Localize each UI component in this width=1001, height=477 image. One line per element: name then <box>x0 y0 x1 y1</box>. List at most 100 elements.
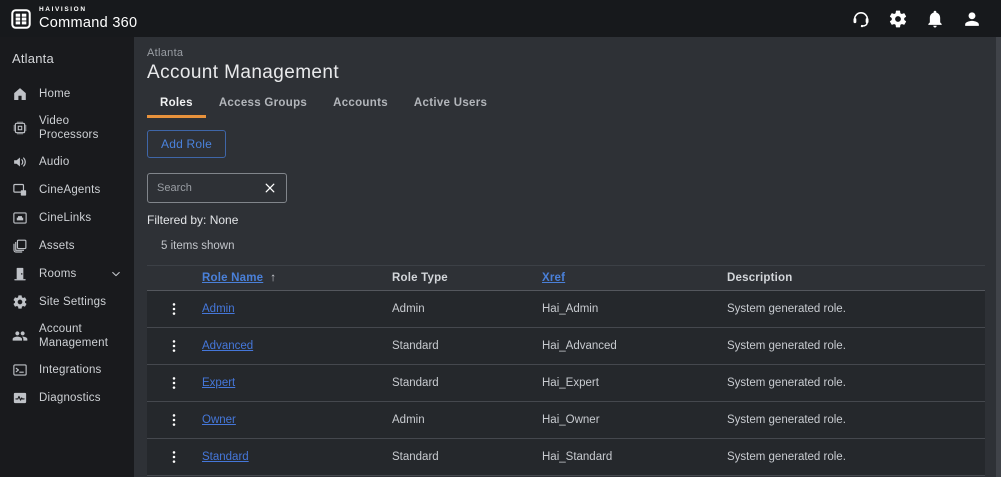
sidebar-site-label: Atlanta <box>12 51 54 66</box>
filtered-by-label: Filtered by: None <box>147 213 239 227</box>
sidebar-item-cineagents[interactable]: CineAgents <box>0 176 134 204</box>
sidebar: Atlanta Home Video Processors Audio CineAge… <box>0 37 134 477</box>
row-actions-cell <box>147 410 202 430</box>
roles-table: Role Name ↑ Role Type Xref Description Admin… <box>147 265 985 476</box>
user-menu-button[interactable] <box>961 8 983 30</box>
tab-roles[interactable]: Roles <box>147 93 206 118</box>
role-name-link[interactable]: Advanced <box>202 340 392 352</box>
role-name-link[interactable]: Expert <box>202 377 392 389</box>
column-header-label: Role Name <box>202 272 264 284</box>
kebab-icon <box>166 300 184 318</box>
sidebar-item-assets[interactable]: Assets <box>0 232 134 260</box>
kebab-icon <box>166 337 184 355</box>
row-actions-button[interactable] <box>166 447 184 467</box>
column-header-xref[interactable]: Xref <box>542 272 727 284</box>
user-icon <box>962 9 982 29</box>
table-row: Admin Admin Hai_Admin System generated role… <box>147 291 985 328</box>
topbar: HAIVISION Command 360 <box>0 0 1001 37</box>
add-role-button[interactable]: Add Role <box>147 130 226 158</box>
site-settings-icon <box>12 294 28 310</box>
sidebar-item-label: Assets <box>39 240 75 252</box>
tab-active-users[interactable]: Active Users <box>401 93 500 118</box>
sidebar-item-video-processors[interactable]: Video Processors <box>0 108 134 148</box>
tab-bar: Roles Access Groups Accounts Active Users <box>147 93 985 118</box>
description-cell: System generated role. <box>727 303 846 315</box>
table-row: Advanced Standard Hai_Advanced System gener… <box>147 328 985 365</box>
row-actions-button[interactable] <box>166 373 184 393</box>
sidebar-item-site-settings[interactable]: Site Settings <box>0 288 134 316</box>
kebab-icon <box>166 448 184 466</box>
description-cell: System generated role. <box>727 340 846 352</box>
description-cell: System generated role. <box>727 414 846 426</box>
main-content: Atlanta Account Management Roles Access G… <box>134 37 1001 477</box>
sidebar-item-label: Account Management <box>39 323 109 349</box>
items-shown-label: 5 items shown <box>161 240 235 252</box>
topbar-actions <box>850 8 983 30</box>
row-actions-button[interactable] <box>166 410 184 430</box>
column-header-description: Description <box>727 272 985 284</box>
row-actions-cell <box>147 336 202 356</box>
table-row: Owner Admin Hai_Owner System generated role… <box>147 402 985 439</box>
tab-accounts[interactable]: Accounts <box>320 93 401 118</box>
brand: HAIVISION Command 360 <box>10 6 138 31</box>
column-header-role-name[interactable]: Role Name ↑ <box>202 272 392 284</box>
row-actions-button[interactable] <box>166 336 184 356</box>
description-cell: System generated role. <box>727 451 846 463</box>
sidebar-item-rooms[interactable]: Rooms <box>0 260 134 288</box>
notifications-button[interactable] <box>924 8 946 30</box>
role-name-link[interactable]: Admin <box>202 303 392 315</box>
brand-name-large: Command 360 <box>39 14 138 31</box>
table-header-row: Role Name ↑ Role Type Xref Description <box>147 265 985 291</box>
sidebar-item-label: Diagnostics <box>39 392 101 404</box>
row-actions-button[interactable] <box>166 299 184 319</box>
role-type-cell: Standard <box>392 377 439 389</box>
xref-cell: Hai_Owner <box>542 414 600 426</box>
video-processors-icon <box>12 120 28 136</box>
close-icon <box>263 181 279 195</box>
sort-asc-icon: ↑ <box>270 272 277 284</box>
vertical-scrollbar[interactable] <box>996 37 1001 477</box>
brand-text: HAIVISION Command 360 <box>39 6 138 31</box>
integrations-icon <box>12 362 28 378</box>
diagnostics-icon <box>12 390 28 406</box>
settings-button[interactable] <box>887 8 909 30</box>
table-row: Standard Standard Hai_Standard System gener… <box>147 439 985 476</box>
support-button[interactable] <box>850 8 872 30</box>
role-type-cell: Admin <box>392 414 425 426</box>
cineagents-icon <box>12 182 28 198</box>
sidebar-item-home[interactable]: Home <box>0 80 134 108</box>
sidebar-item-label: Site Settings <box>39 296 107 308</box>
haivision-logo-icon <box>10 8 32 30</box>
row-actions-cell <box>147 447 202 467</box>
role-type-cell: Standard <box>392 340 439 352</box>
rooms-icon <box>12 266 28 282</box>
table-row: Expert Standard Hai_Expert System generated… <box>147 365 985 402</box>
role-type-cell: Admin <box>392 303 425 315</box>
page-title: Account Management <box>147 62 340 83</box>
sidebar-item-label: Audio <box>39 156 70 168</box>
role-name-link[interactable]: Owner <box>202 414 392 426</box>
xref-cell: Hai_Admin <box>542 303 599 315</box>
sidebar-item-label: Integrations <box>39 364 102 376</box>
sidebar-item-audio[interactable]: Audio <box>0 148 134 176</box>
tab-access-groups[interactable]: Access Groups <box>206 93 320 118</box>
row-actions-cell <box>147 299 202 319</box>
sidebar-item-diagnostics[interactable]: Diagnostics <box>0 384 134 412</box>
search-input[interactable] <box>157 182 263 194</box>
assets-icon <box>12 238 28 254</box>
app-window: HAIVISION Command 360 Atlanta Home Video … <box>0 0 1001 477</box>
sidebar-item-label: CineLinks <box>39 212 92 224</box>
sidebar-item-integrations[interactable]: Integrations <box>0 356 134 384</box>
xref-cell: Hai_Expert <box>542 377 599 389</box>
role-name-link[interactable]: Standard <box>202 451 392 463</box>
sidebar-item-account-management[interactable]: Account Management <box>0 316 134 356</box>
sidebar-item-label: Rooms <box>39 268 77 280</box>
column-header-label: Xref <box>542 272 566 284</box>
search-clear-button[interactable] <box>263 180 279 196</box>
sidebar-item-cinelinks[interactable]: CineLinks <box>0 204 134 232</box>
brand-name-small: HAIVISION <box>39 6 87 13</box>
breadcrumb: Atlanta <box>147 47 184 59</box>
row-actions-cell <box>147 373 202 393</box>
xref-cell: Hai_Standard <box>542 451 613 463</box>
account-management-icon <box>12 328 28 344</box>
